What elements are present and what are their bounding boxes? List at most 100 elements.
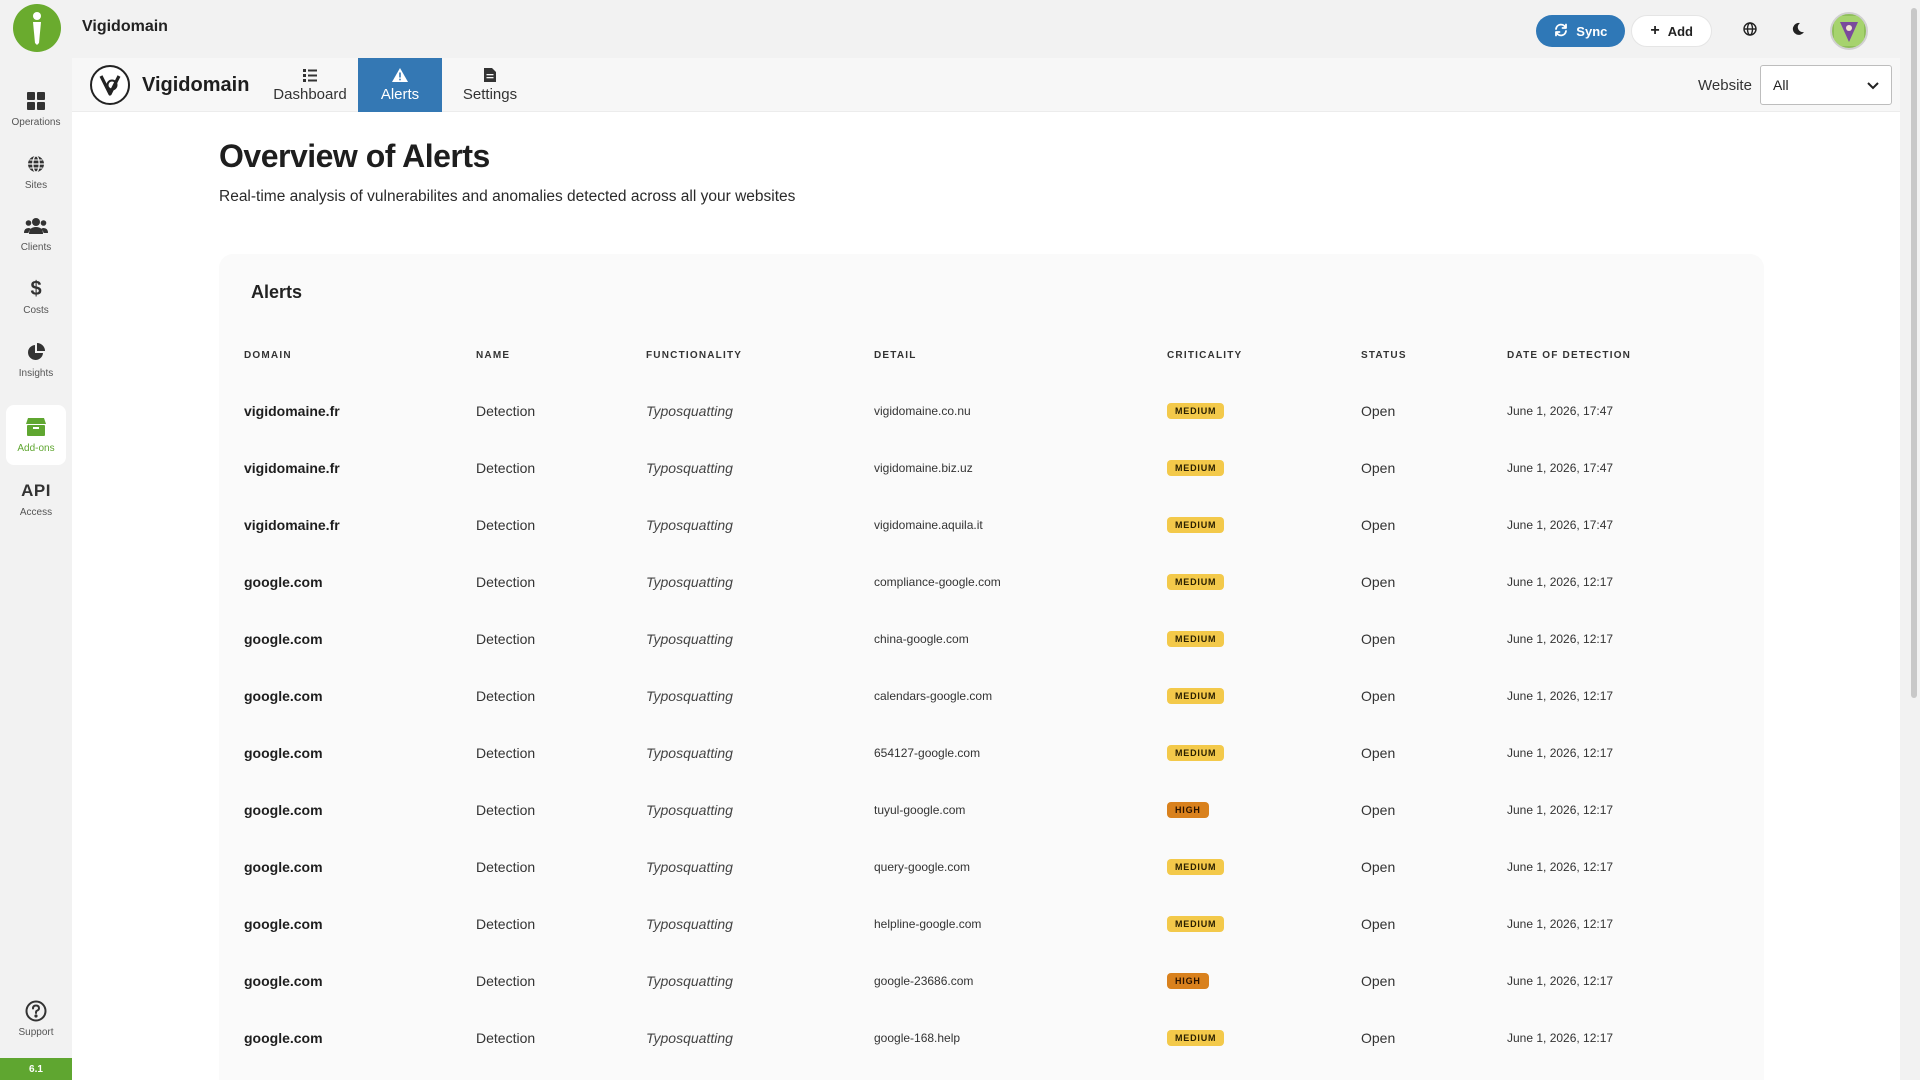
cell-status: Open (1361, 439, 1395, 496)
rail-item-label: Costs (23, 305, 49, 316)
globe-icon (1743, 21, 1757, 41)
cell-functionality: Typosquatting (646, 895, 733, 952)
table-row[interactable]: vigidomaine.fr Detection Typosquatting vigi… (219, 382, 1764, 439)
cell-criticality: HIGH (1167, 781, 1209, 838)
app-logo-icon[interactable] (13, 4, 61, 52)
rail-item-label: Add-ons (17, 443, 55, 454)
rail-item-label: Access (19, 507, 53, 518)
cell-status-text: Open (1361, 402, 1396, 419)
rail-item-sites[interactable]: Sites (6, 143, 66, 201)
module-brand[interactable]: Vigidomain (90, 65, 249, 105)
column-header-date[interactable]: Date of detection (1507, 350, 1631, 361)
cell-date-text: June 1, 2026, 17:47 (1507, 403, 1614, 418)
cell-functionality-text: Typosquatting (646, 402, 733, 419)
cell-criticality: MEDIUM (1167, 1009, 1225, 1066)
table-row[interactable]: google.com Detection Typosquatting china-go… (219, 610, 1764, 667)
rail-item-insights[interactable]: Insights (6, 331, 66, 389)
sync-button[interactable]: Sync (1536, 15, 1626, 47)
cell-name-text: Detection (476, 630, 536, 647)
rail-item-label: Sites (24, 180, 48, 191)
language-button[interactable] (1732, 13, 1768, 49)
criticality-badge: MEDIUM (1167, 402, 1225, 419)
cell-date-text: June 1, 2026, 12:17 (1507, 859, 1614, 874)
cell-detail-text: query-google.com (874, 859, 971, 874)
column-header-functionality[interactable]: Functionality (646, 350, 742, 361)
rail-item-costs[interactable]: $ Costs (6, 268, 66, 326)
column-header-detail[interactable]: Detail (874, 350, 917, 361)
column-header-status[interactable]: Status (1361, 350, 1407, 361)
website-select[interactable]: All (1760, 65, 1892, 105)
table-row[interactable]: google.com Detection Typosquatting calendar… (219, 667, 1764, 724)
cell-status-text: Open (1361, 687, 1396, 704)
cell-domain: vigidomaine.fr (244, 382, 340, 439)
table-row[interactable]: google.com Detection Typosquatting complian… (219, 553, 1764, 610)
cell-name-text: Detection (476, 402, 536, 419)
cell-functionality: Typosquatting (646, 952, 733, 1009)
cell-date: June 1, 2026, 12:17 (1507, 952, 1613, 1009)
cell-status: Open (1361, 1009, 1395, 1066)
tab-label: Alerts (380, 86, 420, 103)
table-row[interactable]: google.com Detection Typosquatting tuyul-go… (219, 781, 1764, 838)
table-row[interactable]: google.com Detection Typosquatting google-1… (219, 1009, 1764, 1066)
rail-item-add-ons[interactable]: Add-ons (6, 405, 66, 465)
cell-criticality: MEDIUM (1167, 610, 1225, 667)
add-button[interactable]: + Add (1631, 15, 1712, 47)
cell-detail: calendars-google.com (874, 667, 992, 724)
table-row[interactable]: google.com Detection Typosquatting helpline… (219, 895, 1764, 952)
table-row[interactable]: vigidomaine.fr Detection Typosquatting vigi… (219, 439, 1764, 496)
list-icon (303, 67, 317, 83)
dark-mode-toggle[interactable] (1780, 13, 1816, 49)
scrollbar-thumb[interactable] (1911, 8, 1917, 698)
cell-domain: google.com (244, 952, 323, 1009)
page-scrollbar[interactable] (1908, 0, 1920, 1080)
cell-domain: vigidomaine.fr (244, 496, 340, 553)
cell-detail: tuyul-google.com (874, 781, 965, 838)
cell-functionality-text: Typosquatting (646, 573, 733, 590)
rail-item-support[interactable]: Support (6, 990, 66, 1048)
api-text-icon: API (21, 481, 51, 500)
cell-date: June 1, 2026, 17:47 (1507, 382, 1613, 439)
cell-status-text: Open (1361, 858, 1396, 875)
table-row[interactable]: google.com Detection Typosquatting google-2… (219, 952, 1764, 1009)
cell-domain-text: google.com (244, 801, 323, 818)
table-row[interactable]: google.com Detection Typosquatting query-go… (219, 838, 1764, 895)
cell-date-text: June 1, 2026, 12:17 (1507, 1030, 1614, 1045)
rail-item-clients[interactable]: Clients (6, 205, 66, 263)
cell-domain: google.com (244, 838, 323, 895)
sync-icon (1554, 23, 1568, 40)
column-header-criticality[interactable]: Criticality (1167, 350, 1242, 361)
rail-item-api-access[interactable]: API Access (6, 470, 66, 528)
column-header-domain[interactable]: Domain (244, 350, 292, 361)
criticality-badge: MEDIUM (1167, 459, 1225, 476)
column-header-name[interactable]: Name (476, 350, 510, 361)
cell-name: Detection (476, 781, 535, 838)
table-row[interactable]: vigidomaine.fr Detection Typosquatting vigi… (219, 496, 1764, 553)
app-title: Vigidomain (82, 18, 168, 35)
cell-detail-text: vigidomaine.aquila.it (874, 517, 983, 532)
cell-name: Detection (476, 496, 535, 553)
cell-domain-text: vigidomaine.fr (244, 402, 340, 419)
cell-domain-text: google.com (244, 972, 323, 989)
cell-functionality: Typosquatting (646, 439, 733, 496)
chevron-down-icon (1867, 77, 1879, 93)
website-select-value: All (1773, 77, 1789, 93)
cell-detail: china-google.com (874, 610, 969, 667)
cell-date: June 1, 2026, 12:17 (1507, 1009, 1613, 1066)
cell-status-text: Open (1361, 744, 1396, 761)
top-actions: Sync + Add (1536, 12, 1868, 50)
tab-alerts[interactable]: Alerts (358, 58, 442, 112)
avatar[interactable] (1830, 12, 1868, 50)
tab-settings[interactable]: Settings (447, 58, 533, 112)
module-brand-name: Vigidomain (142, 73, 250, 96)
table-row[interactable]: google.com Detection Typosquatting 654127-g… (219, 724, 1764, 781)
cell-status-text: Open (1361, 630, 1396, 647)
cell-functionality-text: Typosquatting (646, 858, 733, 875)
rail-item-operations[interactable]: Operations (6, 80, 66, 138)
cell-detail-text: google-168.help (874, 1030, 961, 1045)
rail-item-label: Clients (20, 242, 52, 253)
cell-status-text: Open (1361, 915, 1396, 932)
cell-status: Open (1361, 667, 1395, 724)
cell-domain: google.com (244, 667, 323, 724)
tab-dashboard[interactable]: Dashboard (267, 58, 353, 112)
cell-status-text: Open (1361, 1029, 1396, 1046)
